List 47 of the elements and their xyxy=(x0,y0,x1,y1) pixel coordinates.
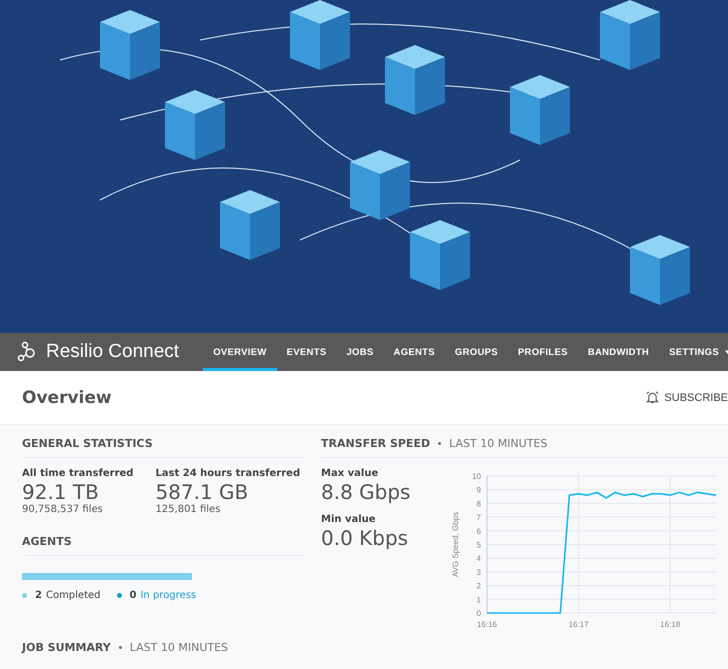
stat-value: 587.1 GB xyxy=(155,480,250,504)
stat-value: 92.1 TB xyxy=(22,480,100,504)
y-tick-label: 10 xyxy=(472,472,481,481)
page-title: Overview xyxy=(22,388,112,408)
y-tick-label: 3 xyxy=(476,568,481,577)
period-label: LAST 10 MINUTES xyxy=(130,641,228,654)
brand-name[interactable]: Resilio Connect xyxy=(46,341,180,363)
x-tick-label: 16:18 xyxy=(660,620,680,629)
stat-label: Min value xyxy=(321,514,377,525)
legend-count: 0 xyxy=(130,590,136,601)
nav-tab[interactable]: AGENTS xyxy=(384,333,445,371)
y-tick-label: 4 xyxy=(476,554,481,564)
section-heading: AGENTS xyxy=(22,535,306,556)
stat-label: Last 24 hours transferred xyxy=(155,468,300,479)
y-tick-label: 2 xyxy=(476,582,481,591)
y-tick-label: 9 xyxy=(476,486,481,495)
y-tick-label: 5 xyxy=(476,540,481,550)
y-tick-label: 0 xyxy=(476,609,481,618)
subscribe-button[interactable]: SUBSCRIBE xyxy=(646,391,728,404)
period-label: LAST 10 MINUTES xyxy=(449,437,548,450)
section-heading: JOB SUMMARY xyxy=(22,641,111,654)
section-heading: TRANSFER SPEED xyxy=(321,437,430,450)
y-tick-label: 6 xyxy=(476,526,481,536)
separator-dot xyxy=(118,646,122,649)
nav-tab[interactable]: JOBS xyxy=(336,333,384,371)
stat-label: All time transferred xyxy=(22,468,134,479)
y-tick-label: 1 xyxy=(476,595,481,604)
y-axis-label: AVG Speed, Gbps xyxy=(451,512,460,578)
stat-value: 0.0 Kbps xyxy=(321,526,410,550)
nav-tab[interactable]: BANDWIDTH xyxy=(578,333,660,371)
stat-label: Max value xyxy=(321,468,380,479)
stat-value: 8.8 Gbps xyxy=(321,480,412,504)
y-tick-label: 7 xyxy=(476,513,481,522)
x-tick-label: 16:17 xyxy=(568,620,589,629)
legend-label: Completed xyxy=(46,590,101,601)
x-tick-label: 16:16 xyxy=(476,620,498,629)
nav-tab[interactable]: PROFILES xyxy=(508,333,578,371)
bell-icon xyxy=(646,391,660,404)
nav-tab[interactable]: GROUPS xyxy=(444,333,508,371)
file-count: 90,758,537 files xyxy=(22,504,104,515)
section-heading: GENERAL STATISTICS xyxy=(22,437,306,458)
nav-tab[interactable]: SETTINGS xyxy=(659,333,728,371)
separator-dot xyxy=(438,442,442,445)
y-tick-label: 8 xyxy=(476,499,481,508)
legend-count: 2 xyxy=(35,590,42,601)
file-count: 125,801 files xyxy=(155,504,222,515)
nav-tab[interactable]: EVENTS xyxy=(276,333,336,371)
